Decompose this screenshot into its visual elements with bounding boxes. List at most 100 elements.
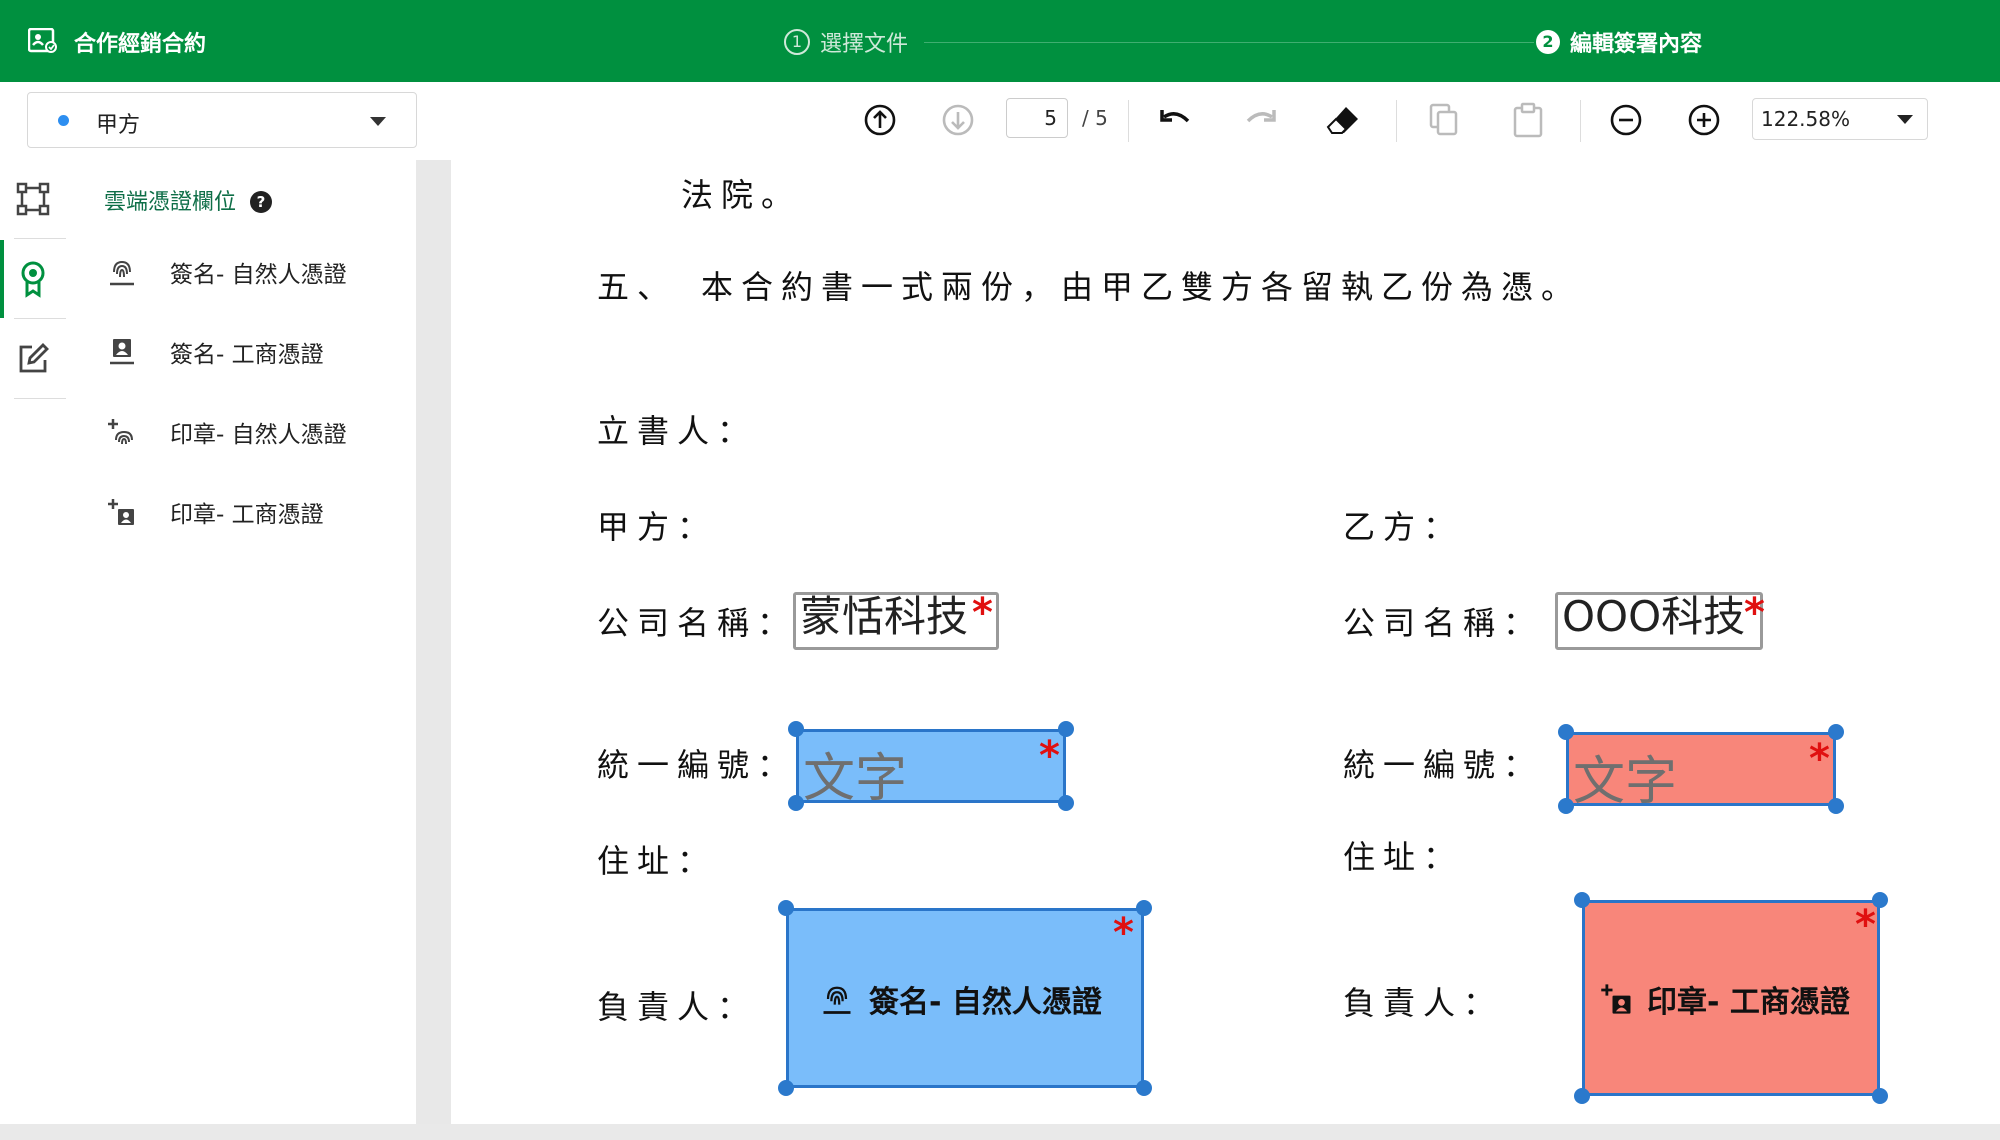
doc-owner-label-b: 負責人： xyxy=(1343,984,1504,1022)
zoom-select[interactable]: 122.58% xyxy=(1752,98,1928,140)
award-icon xyxy=(21,261,45,298)
stamp-badge-icon xyxy=(1601,984,1631,1014)
rail-cloud-certificate[interactable] xyxy=(0,240,66,318)
app-header: 合作經銷合約 1 選擇文件 2 編輯簽署內容 xyxy=(0,0,2000,82)
doc-taxid-label-a: 統一編號： xyxy=(597,746,798,784)
required-mark: * xyxy=(1039,733,1060,779)
copy-icon xyxy=(1429,103,1458,136)
panel-title: 雲端憑證欄位? xyxy=(104,184,273,216)
select-area-icon xyxy=(16,182,50,216)
step-label: 選擇文件 xyxy=(820,32,909,57)
resize-handle[interactable] xyxy=(1828,798,1844,814)
resize-handle[interactable] xyxy=(1558,798,1574,814)
required-mark: * xyxy=(1809,736,1830,782)
resize-handle[interactable] xyxy=(778,900,794,916)
stamp-field-b-label: 印章- 工商憑證 xyxy=(1599,977,1850,1021)
doc-owner-label-a: 負責人： xyxy=(597,988,758,1026)
help-icon[interactable]: ? xyxy=(250,191,273,213)
field-stamp-business[interactable]: 印章- 工商憑證 xyxy=(104,492,324,532)
toolbar-divider xyxy=(1128,100,1129,142)
horizontal-scrollbar[interactable] xyxy=(0,1124,2000,1140)
resize-handle[interactable] xyxy=(1058,721,1074,737)
stamp-field-b[interactable]: * 印章- 工商憑證 xyxy=(1582,900,1880,1096)
minus-circle-icon xyxy=(1610,104,1642,136)
arrow-up-circle-icon xyxy=(864,104,896,136)
resize-handle[interactable] xyxy=(778,1080,794,1096)
toolbar: 甲方 5 / 5 122.58% xyxy=(0,82,2000,161)
document-title: 合作經銷合約 xyxy=(74,32,207,57)
chevron-down-icon xyxy=(370,117,386,126)
signature-field-a[interactable]: * 簽名- 自然人憑證 xyxy=(786,908,1144,1088)
text-field-a[interactable]: 文字 * xyxy=(796,729,1066,809)
resize-handle[interactable] xyxy=(1828,724,1844,740)
doc-signers-label: 立書人： xyxy=(597,412,758,450)
rail-select-area[interactable] xyxy=(0,160,66,238)
step-edit-content[interactable]: 2 編輯簽署內容 xyxy=(1536,26,1702,58)
resize-handle[interactable] xyxy=(1136,900,1152,916)
doc-company-label-a: 公司名稱： xyxy=(597,604,798,642)
resize-handle[interactable] xyxy=(1574,1088,1590,1104)
company-field-b[interactable]: OOO科技 * xyxy=(1555,592,1765,650)
zoom-value: 122.58% xyxy=(1761,107,1850,131)
clipboard-icon xyxy=(1513,102,1543,138)
rail-divider xyxy=(14,318,66,319)
prev-page-button[interactable] xyxy=(860,100,900,140)
undo-icon xyxy=(1160,110,1190,123)
company-field-a[interactable]: 蒙恬科技 * xyxy=(793,592,999,650)
field-panel: 雲端憑證欄位? 簽名- 自然人憑證 簽名- 工商憑證 印章- 自然人憑證 印章-… xyxy=(78,160,417,1124)
copy-button[interactable] xyxy=(1424,100,1464,140)
doc-party-b: 乙方： xyxy=(1343,508,1464,546)
arrow-down-circle-icon xyxy=(942,104,974,136)
field-label: 簽名- 自然人憑證 xyxy=(170,262,347,288)
edit-icon xyxy=(19,343,49,373)
tool-rail xyxy=(0,160,78,1124)
rail-divider xyxy=(14,398,66,399)
chevron-down-icon xyxy=(1897,115,1913,124)
zoom-in-button[interactable] xyxy=(1684,100,1724,140)
eraser-icon xyxy=(1326,107,1358,134)
step-label: 編輯簽署內容 xyxy=(1570,32,1703,57)
step-number: 2 xyxy=(1536,30,1560,54)
resize-handle[interactable] xyxy=(788,721,804,737)
stamp-badge-icon xyxy=(104,494,140,530)
resize-handle[interactable] xyxy=(1872,1088,1888,1104)
document-page: 法院。 五、 本合約書一式兩份，由甲乙雙方各留執乙份為憑。 立書人： 甲方： 乙… xyxy=(451,160,2000,1124)
party-select[interactable]: 甲方 xyxy=(27,92,417,148)
signature-type-label: 簽名- 自然人憑證 xyxy=(869,985,1102,1020)
page-total: / 5 xyxy=(1082,106,1108,130)
resize-handle[interactable] xyxy=(1574,892,1590,908)
field-sign-business[interactable]: 簽名- 工商憑證 xyxy=(104,332,324,372)
resize-handle[interactable] xyxy=(1558,724,1574,740)
text-field-b[interactable]: 文字 * xyxy=(1566,732,1836,812)
panel-title-text: 雲端憑證欄位 xyxy=(104,190,237,215)
party-color-dot xyxy=(58,115,69,126)
company-value-b: OOO科技 xyxy=(1562,592,1746,641)
field-label: 印章- 自然人憑證 xyxy=(170,422,347,448)
plus-circle-icon xyxy=(1688,104,1720,136)
badge-icon xyxy=(104,334,140,370)
doc-company-label-b: 公司名稱： xyxy=(1343,604,1544,642)
resize-handle[interactable] xyxy=(788,795,804,811)
paste-button[interactable] xyxy=(1508,100,1548,140)
company-value-a: 蒙恬科技 xyxy=(800,592,969,641)
field-label: 簽名- 工商憑證 xyxy=(170,342,324,368)
rail-edit[interactable] xyxy=(0,320,66,398)
undo-button[interactable] xyxy=(1156,100,1196,140)
redo-button[interactable] xyxy=(1240,100,1280,140)
redo-icon xyxy=(1246,110,1276,123)
page-number-input[interactable]: 5 xyxy=(1006,98,1068,138)
step-select-document[interactable]: 1 選擇文件 xyxy=(784,26,908,58)
rail-divider xyxy=(14,238,66,239)
step-number: 1 xyxy=(784,29,810,55)
resize-handle[interactable] xyxy=(1058,795,1074,811)
field-stamp-natural-person[interactable]: 印章- 自然人憑證 xyxy=(104,412,347,452)
next-page-button[interactable] xyxy=(938,100,978,140)
eraser-button[interactable] xyxy=(1324,100,1364,140)
doc-address-label-b: 住址： xyxy=(1343,838,1464,876)
resize-handle[interactable] xyxy=(1136,1080,1152,1096)
zoom-out-button[interactable] xyxy=(1606,100,1646,140)
doc-clause-five: 五、 本合約書一式兩份，由甲乙雙方各留執乙份為憑。 xyxy=(597,268,1582,306)
resize-handle[interactable] xyxy=(1872,892,1888,908)
party-select-value: 甲方 xyxy=(96,113,141,138)
field-sign-natural-person[interactable]: 簽名- 自然人憑證 xyxy=(104,252,347,292)
